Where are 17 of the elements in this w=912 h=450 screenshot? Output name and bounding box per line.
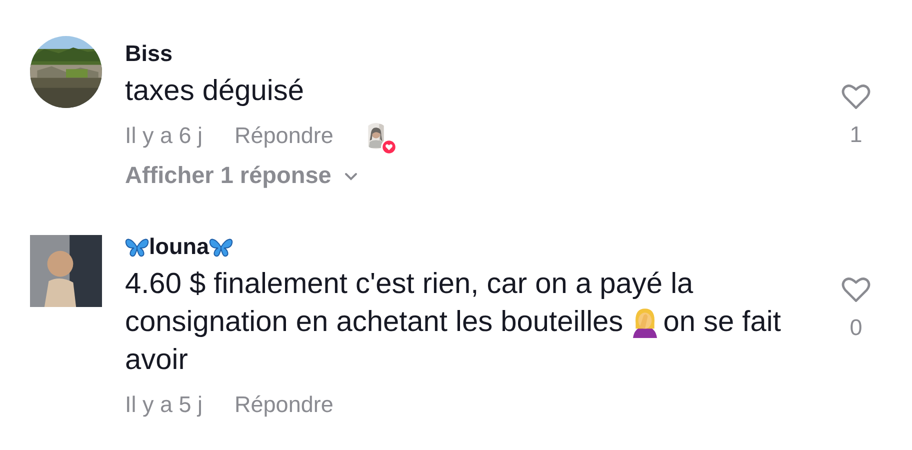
timestamp: Il y a 6 j <box>125 123 203 149</box>
heart-icon[interactable] <box>841 82 871 110</box>
comment-text-line: avoir <box>125 343 188 378</box>
like-count: 0 <box>850 315 862 341</box>
comment-text-line: taxes déguisé <box>125 74 304 109</box>
heart-icon[interactable] <box>841 275 871 303</box>
reply-link[interactable]: Répondre <box>234 392 334 418</box>
view-replies-button[interactable]: Afficher 1 réponse <box>125 162 360 189</box>
comment-text-line: on se fait <box>663 305 781 340</box>
heart-badge-icon <box>381 139 398 155</box>
comment-text-line: 4.60 $ finalement c'est rien, car on a payé la <box>125 267 694 302</box>
like-count: 1 <box>850 122 862 148</box>
author-name: Biss <box>125 41 173 67</box>
comment-text-line: consignation en achetant les bouteilles <box>125 305 624 340</box>
timestamp: Il y a 5 j <box>125 392 203 418</box>
reply-link[interactable]: Répondre <box>234 123 334 149</box>
author-name: louna <box>149 234 209 260</box>
